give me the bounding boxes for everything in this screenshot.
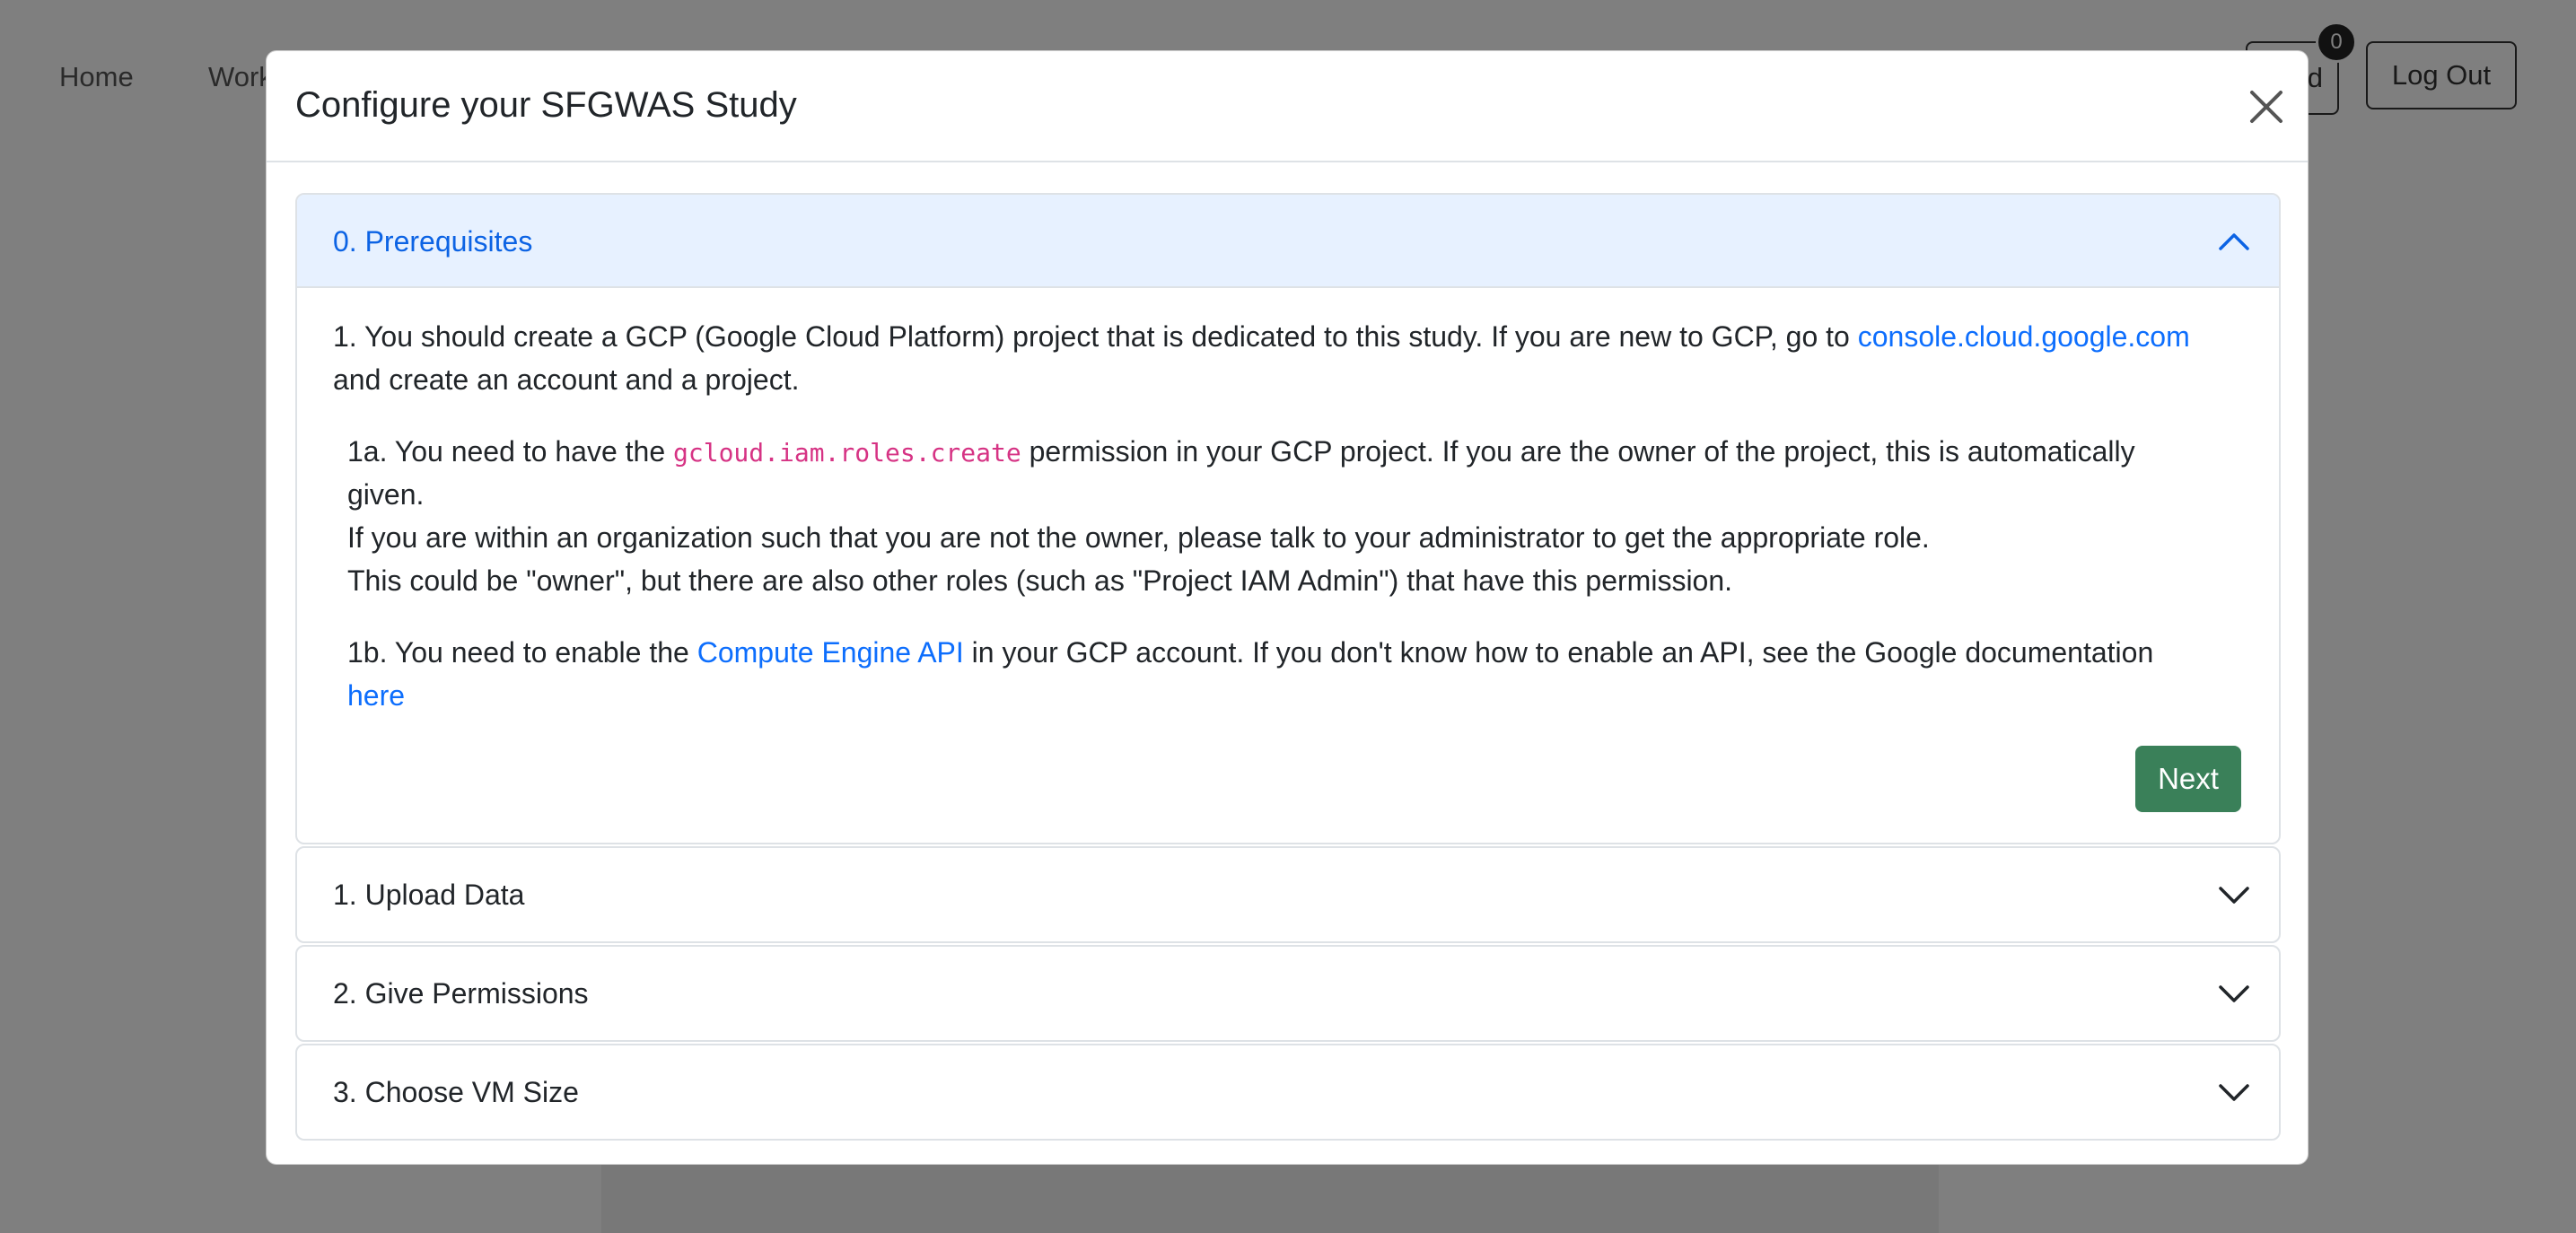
accordion-body-prerequisites: 1. You should create a GCP (Google Cloud… — [297, 288, 2279, 843]
chevron-down-icon — [2219, 887, 2249, 904]
accordion-item-give-permissions: 2. Give Permissions — [295, 945, 2281, 1042]
study-setup-accordion: 0. Prerequisites 1. You should create a … — [295, 193, 2281, 1142]
step-1-text: 1. You should create a GCP (Google Cloud… — [333, 320, 1858, 353]
accordion-title: 2. Give Permissions — [333, 977, 589, 1010]
next-button[interactable]: Next — [2135, 746, 2241, 812]
accordion-header-prerequisites[interactable]: 0. Prerequisites — [297, 195, 2279, 288]
accordion-title: 0. Prerequisites — [333, 225, 533, 258]
prereq-step-1b: 1b. You need to enable the Compute Engin… — [347, 631, 2153, 674]
accordion-item-upload-data: 1. Upload Data — [295, 846, 2281, 943]
step-1a-line4: This could be "owner", but there are als… — [347, 564, 1733, 597]
next-button-label: Next — [2158, 762, 2219, 795]
google-docs-here-link[interactable]: here — [347, 674, 405, 717]
chevron-down-icon — [2219, 985, 2249, 1002]
accordion-item-prerequisites: 0. Prerequisites 1. You should create a … — [295, 193, 2281, 844]
accordion-title: 1. Upload Data — [333, 879, 525, 911]
step-1a-text-cont: permission in your GCP project. If you a… — [1021, 435, 2135, 468]
step-1a-line2: given. — [347, 478, 425, 511]
accordion-header-choose-vm-size[interactable]: 3. Choose VM Size — [297, 1045, 2279, 1139]
accordion-item-choose-vm-size: 3. Choose VM Size — [295, 1044, 2281, 1141]
gcp-console-link[interactable]: console.cloud.google.com — [1858, 320, 2190, 353]
accordion-header-give-permissions[interactable]: 2. Give Permissions — [297, 947, 2279, 1040]
prereq-step-1: 1. You should create a GCP (Google Cloud… — [333, 315, 2190, 358]
modal-title: Configure your SFGWAS Study — [295, 85, 797, 125]
prereq-step-1a: 1a. You need to have the gcloud.iam.role… — [347, 430, 2135, 475]
configure-study-modal: Configure your SFGWAS Study 0. Prerequis… — [266, 50, 2309, 1165]
accordion-header-upload-data[interactable]: 1. Upload Data — [297, 848, 2279, 941]
step-1a-line3: If you are within an organization such t… — [347, 521, 1930, 554]
step-1-text-line2: and create an account and a project. — [333, 363, 800, 396]
close-icon[interactable] — [2245, 85, 2288, 128]
step-1b-text-cont: in your GCP account. If you don't know h… — [963, 636, 2154, 669]
accordion-title: 3. Choose VM Size — [333, 1076, 579, 1108]
permission-code: gcloud.iam.roles.create — [673, 438, 1021, 468]
modal-header: Configure your SFGWAS Study — [267, 51, 2308, 162]
compute-engine-api-link[interactable]: Compute Engine API — [697, 636, 964, 669]
chevron-down-icon — [2219, 1084, 2249, 1101]
step-1b-text: 1b. You need to enable the — [347, 636, 697, 669]
chevron-up-icon — [2219, 233, 2249, 250]
step-1a-text: 1a. You need to have the — [347, 435, 673, 468]
